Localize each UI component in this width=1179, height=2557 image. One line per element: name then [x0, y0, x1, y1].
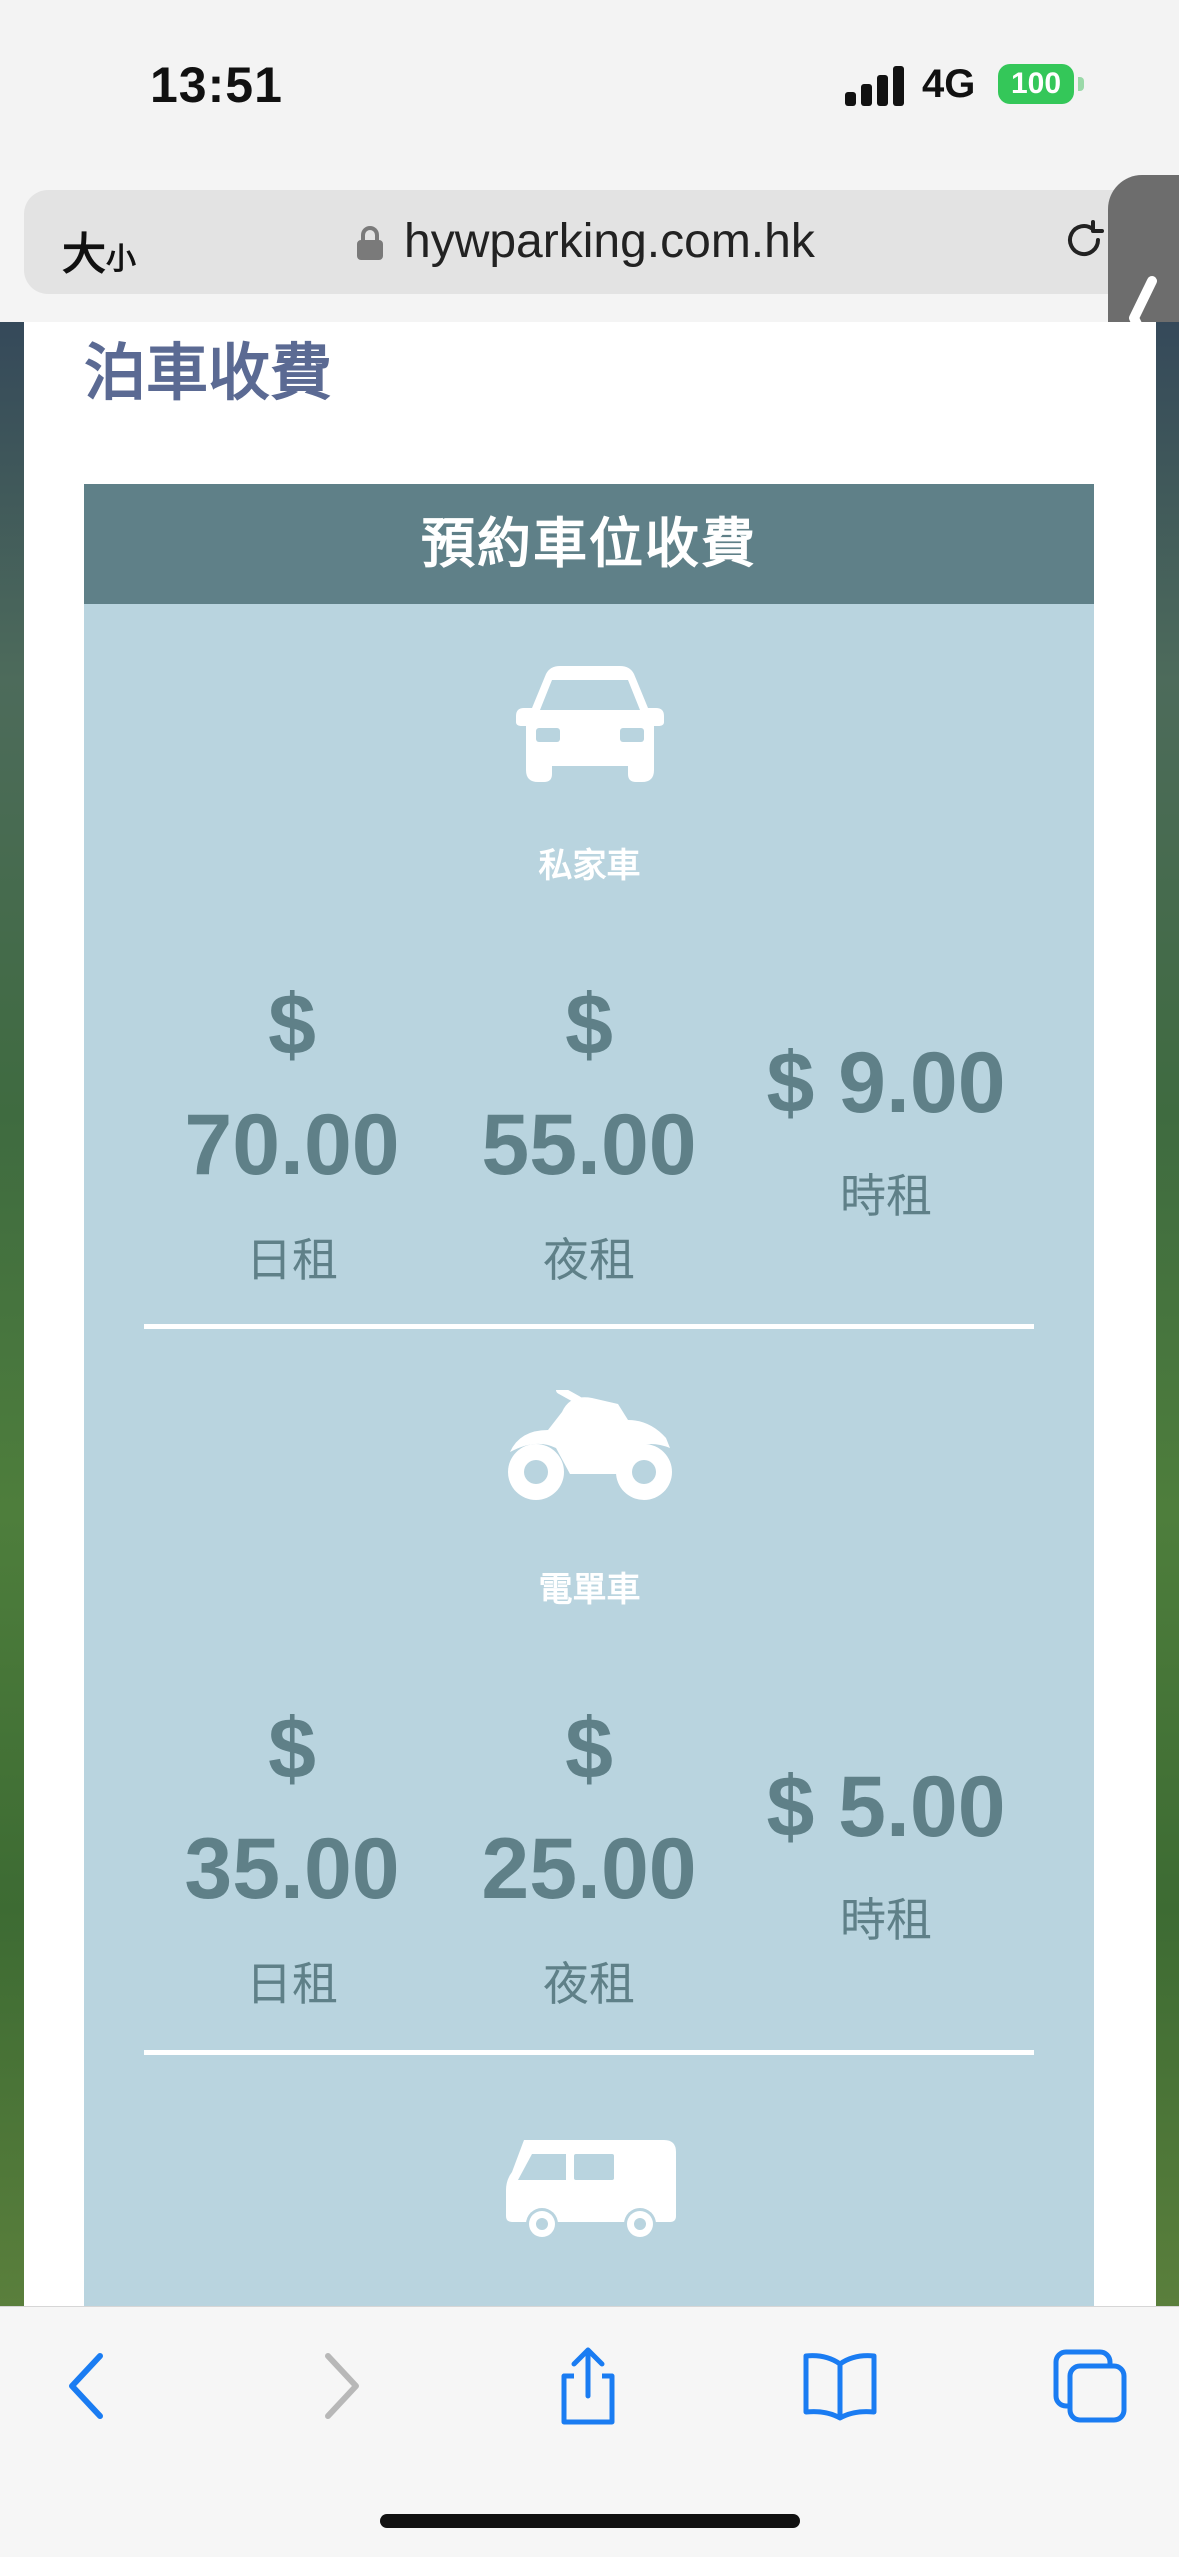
price-label: 時租	[840, 1894, 932, 1946]
reload-icon[interactable]	[1062, 218, 1106, 262]
tabs-icon[interactable]	[1050, 2346, 1130, 2426]
price-amount: 35.00	[184, 1821, 400, 1917]
home-indicator	[380, 2514, 800, 2528]
price-day-motorcycle: $ 35.00 日租	[162, 1706, 422, 2014]
car-icon	[0, 666, 1179, 787]
price-night-car: $ 55.00 夜租	[459, 982, 719, 1290]
back-icon[interactable]	[48, 2346, 128, 2426]
price-amount: 70.00	[184, 1097, 400, 1193]
price-label: 時租	[840, 1170, 932, 1222]
text-size-large: 大	[62, 230, 106, 279]
van-icon	[0, 2140, 1179, 2245]
currency-symbol: $	[565, 977, 613, 1073]
price-night-motorcycle: $ 25.00 夜租	[459, 1706, 719, 2014]
price-amount: 25.00	[481, 1821, 697, 1917]
text-size-button[interactable]: 大小	[62, 218, 136, 282]
price-label: 日租	[246, 1234, 338, 1286]
currency-symbol: $	[268, 1701, 316, 1797]
battery-icon: 100	[998, 64, 1074, 104]
text-size-small: 小	[106, 243, 136, 276]
status-time: 13:51	[150, 57, 283, 113]
price-amount: 55.00	[481, 1097, 697, 1193]
url-text[interactable]: hywparking.com.hk	[404, 214, 815, 269]
battery-nub	[1078, 77, 1084, 91]
currency-symbol: $	[268, 977, 316, 1073]
divider	[144, 2050, 1034, 2055]
price-amount: $ 9.00	[766, 1035, 1006, 1131]
vehicle-label-car: 私家車	[538, 847, 641, 885]
price-day-car: $ 70.00 日租	[162, 982, 422, 1290]
price-hourly-motorcycle: $ 5.00 時租	[736, 1764, 1036, 1950]
price-amount: $ 5.00	[766, 1759, 1006, 1855]
network-type: 4G	[922, 62, 976, 106]
bookmarks-icon[interactable]	[800, 2346, 880, 2426]
motorcycle-icon	[0, 1386, 1179, 1511]
lock-icon	[357, 226, 383, 260]
vehicle-label-motorcycle: 電單車	[538, 1571, 641, 1609]
forward-icon[interactable]	[300, 2346, 380, 2426]
card-header: 預約車位收費	[84, 484, 1094, 604]
price-label: 日租	[246, 1958, 338, 2010]
price-label: 夜租	[543, 1234, 635, 1286]
currency-symbol: $	[565, 1701, 613, 1797]
cellular-signal-icon	[845, 62, 905, 106]
price-label: 夜租	[543, 1958, 635, 2010]
page-title: 泊車收費	[84, 339, 333, 408]
status-bar: 13:51 4G 100	[0, 0, 1179, 170]
share-icon[interactable]	[548, 2346, 628, 2426]
price-hourly-car: $ 9.00 時租	[736, 1040, 1036, 1226]
divider	[144, 1324, 1034, 1329]
